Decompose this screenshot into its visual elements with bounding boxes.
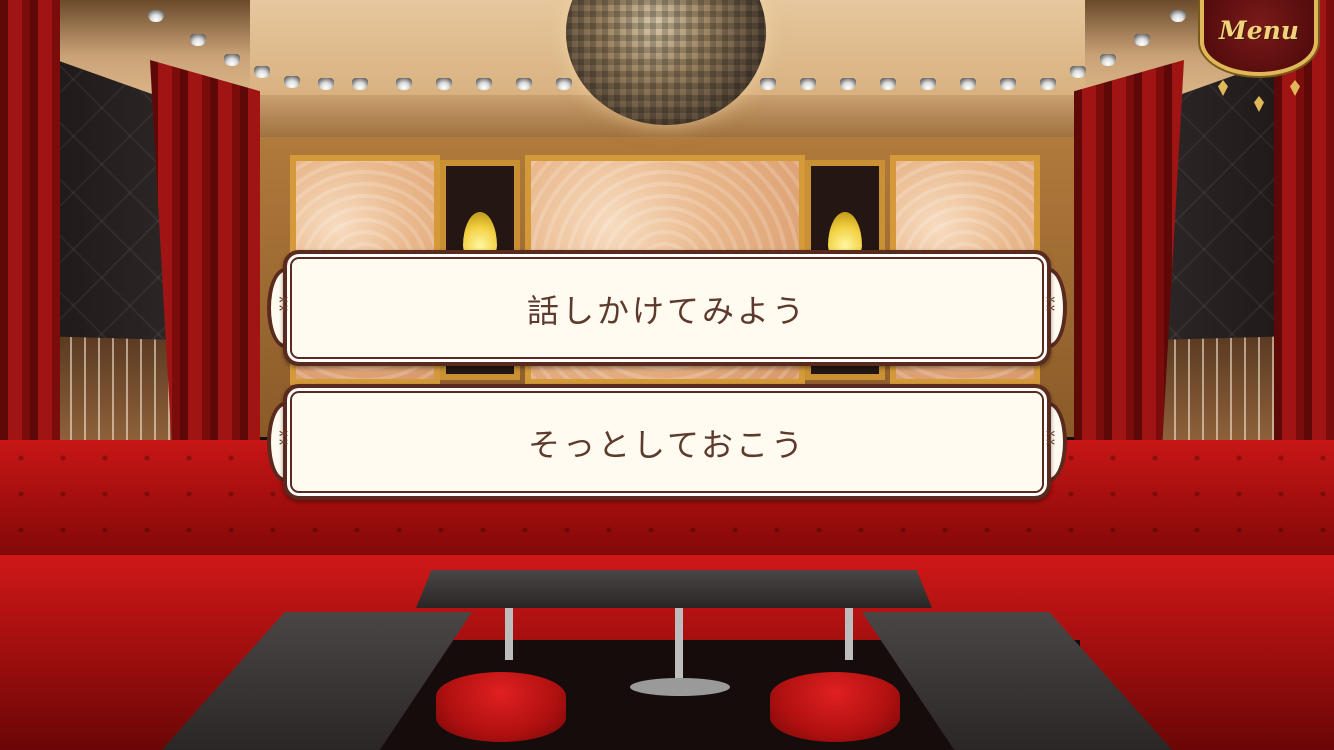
jewel-icon xyxy=(1290,80,1300,96)
spotlight xyxy=(920,78,936,90)
spotlight xyxy=(396,78,412,90)
menu-label: Menu xyxy=(1219,16,1299,45)
center-table xyxy=(416,570,932,608)
table-leg xyxy=(675,608,683,688)
spotlight xyxy=(190,34,206,46)
spotlight xyxy=(1070,66,1086,78)
spotlight xyxy=(1134,34,1150,46)
spotlight xyxy=(1170,10,1186,22)
spotlight xyxy=(1100,54,1116,66)
spotlight xyxy=(840,78,856,90)
jewel-icon xyxy=(1218,80,1228,96)
choice-label: 話しかけてみよう xyxy=(526,293,807,329)
spotlight xyxy=(960,78,976,90)
stool xyxy=(770,672,900,742)
table-leg xyxy=(505,608,513,660)
spotlight xyxy=(1000,78,1016,90)
spotlight xyxy=(436,78,452,90)
choice-talk-button[interactable]: ⁑ ⁑ 話しかけてみよう xyxy=(267,250,1067,366)
curtain-left-outer xyxy=(0,0,60,500)
spotlight xyxy=(800,78,816,90)
spotlight xyxy=(880,78,896,90)
background-scene-lounge xyxy=(0,0,1334,750)
spotlight xyxy=(148,10,164,22)
spotlight xyxy=(556,78,572,90)
spotlight xyxy=(760,78,776,90)
choice-leave-alone-button[interactable]: ⁑ ⁑ そっとしておこう xyxy=(267,384,1067,500)
spotlight xyxy=(224,54,240,66)
table-leg xyxy=(845,608,853,660)
choice-label: そっとしておこう xyxy=(527,427,807,463)
menu-button[interactable]: Menu xyxy=(1200,0,1318,118)
spotlight xyxy=(516,78,532,90)
spotlight xyxy=(352,78,368,90)
jewel-icon xyxy=(1254,96,1264,112)
table-base xyxy=(630,678,730,696)
spotlight xyxy=(284,76,300,88)
spotlight xyxy=(1040,78,1056,90)
spotlight xyxy=(318,78,334,90)
spotlight xyxy=(476,78,492,90)
stool xyxy=(436,672,566,742)
spotlight xyxy=(254,66,270,78)
